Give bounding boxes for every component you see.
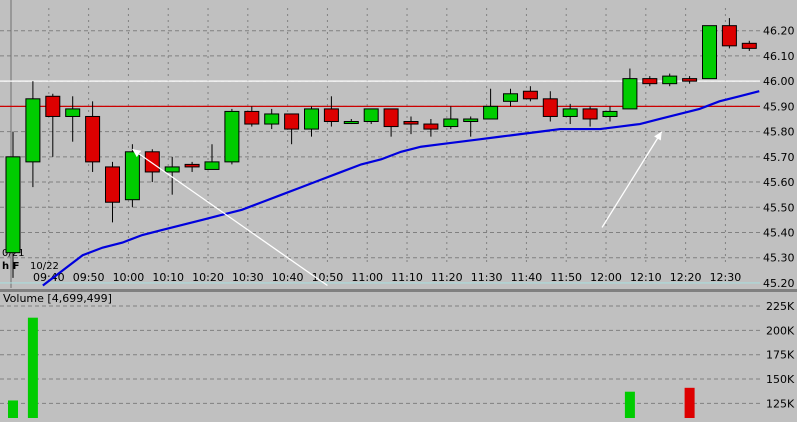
candle-body [45,95,61,117]
candle-body [65,108,81,117]
price-tick-label: 46.00 [763,75,795,88]
candle-body [483,105,499,120]
price-tick-label: 45.60 [763,176,795,189]
candle-body [682,78,698,82]
time-tick-label: 12:20 [670,271,702,284]
candle-body [522,90,538,100]
chart-window: 45.20 45.30 45.40 45.50 45.60 45.70 45.80 45.90… [0,0,797,418]
volume-tick-label: 225K [766,300,795,313]
volume-tick-label: 125K [766,397,795,410]
price-tick-label: 46.10 [763,50,795,63]
candle-body [622,78,638,110]
time-tick-label: 10:30 [232,271,264,284]
candle-body [204,161,220,170]
candle-body [443,118,459,128]
price-tick-label: 45.70 [763,151,795,164]
time-tick-label: 12:00 [590,271,622,284]
candle-body [105,166,120,203]
candle-body [463,118,479,123]
time-tick-label: 10:10 [152,271,184,284]
price-tick-label: 45.20 [763,277,795,290]
time-tick-label: 12:10 [630,271,662,284]
candle-body [343,121,359,125]
candle-body [85,115,101,163]
volume-bar [684,387,695,418]
time-tick-label: 11:10 [391,271,423,284]
candle-body [721,25,737,47]
candle-body [25,98,41,163]
candle-body [602,110,618,117]
candle-body [741,42,757,49]
candle-body [702,25,717,80]
candle-body [5,156,21,254]
time-tick-label: 11:40 [511,271,543,284]
candle-body [184,163,200,168]
candle-body [244,110,260,125]
candle-body [264,113,280,125]
candle-body [642,78,658,85]
candle-body [164,166,180,173]
price-tick-label: 45.90 [763,100,795,113]
candle-body [403,121,419,125]
candle-body [582,108,598,120]
time-tick-label: 11:50 [550,271,582,284]
candle-body [224,110,240,163]
price-tick-label: 46.20 [763,25,795,38]
price-tick-label: 45.30 [763,252,795,265]
price-tick-label: 45.50 [763,201,795,214]
volume-bar [624,391,635,418]
chart-background [0,0,797,418]
candle-body [284,113,300,130]
candle-body [542,98,558,117]
date-label-current: 10/22 [30,261,59,272]
time-tick-label: 10:40 [272,271,304,284]
candle-body [562,108,578,117]
volume-bar [27,317,38,418]
time-tick-label: 11:00 [351,271,383,284]
time-tick-label: 09:50 [73,271,105,284]
corner-label: h F [2,261,19,272]
time-tick-label: 11:20 [431,271,463,284]
price-tick-label: 45.80 [763,126,795,139]
candle-body [503,93,518,102]
volume-tick-label: 175K [766,349,795,362]
price-tick-label: 45.40 [763,227,795,240]
candle-body [304,108,319,130]
candle-body [423,123,439,130]
candle-body [363,108,379,123]
time-tick-label: 12:30 [710,271,742,284]
candle-body [144,151,160,173]
volume-bar [8,400,18,418]
panel-separator [0,289,797,292]
volume-tick-label: 200K [766,324,795,337]
volume-title: Volume [4,699,499] [3,292,112,305]
price-chart-svg[interactable]: 45.20 45.30 45.40 45.50 45.60 45.70 45.80 45.90… [0,0,797,418]
candle-body [323,108,339,123]
time-tick-label: 11:30 [471,271,503,284]
volume-tick-label: 150K [766,373,795,386]
candle-body [124,151,140,201]
time-tick-label: 10:20 [192,271,224,284]
candle-body [662,75,678,85]
candle-body [383,108,399,128]
time-tick-label: 10:00 [113,271,145,284]
